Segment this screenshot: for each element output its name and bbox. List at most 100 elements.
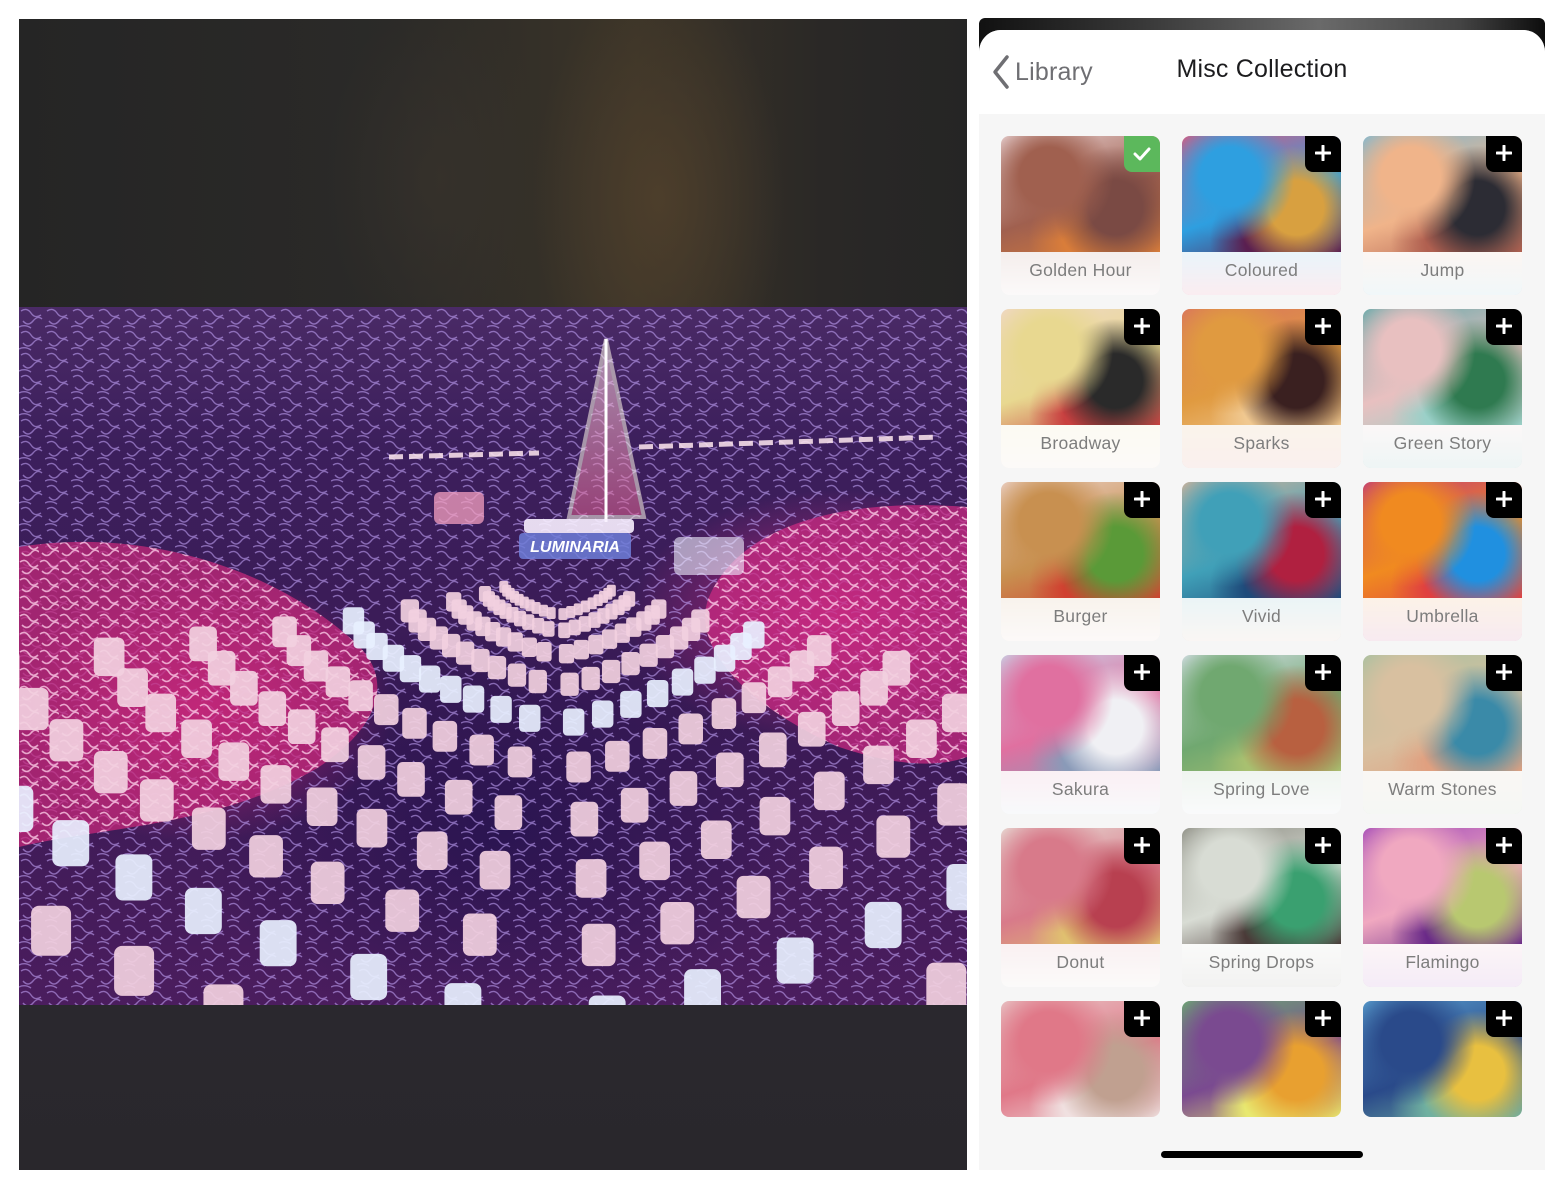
plus-icon (1314, 315, 1332, 339)
lantern (310, 861, 345, 904)
lantern (581, 666, 600, 691)
lantern (591, 700, 614, 728)
lantern (639, 841, 670, 881)
lantern (487, 655, 507, 680)
lantern (700, 820, 732, 860)
add-filter-button[interactable] (1305, 482, 1341, 518)
lantern (181, 719, 212, 759)
add-filter-button[interactable] (1124, 1001, 1160, 1037)
lantern (651, 599, 667, 619)
home-indicator[interactable] (1161, 1151, 1363, 1158)
lantern (906, 719, 937, 759)
lantern (373, 694, 399, 726)
add-filter-button[interactable] (1124, 309, 1160, 345)
filter-card[interactable]: Sparks (1182, 309, 1341, 468)
add-filter-button[interactable] (1305, 136, 1341, 172)
filter-card[interactable]: Umbrella (1363, 482, 1522, 641)
filter-card[interactable]: Spring Love (1182, 655, 1341, 814)
filter-name: Green Story (1393, 433, 1492, 453)
filter-name: Coloured (1224, 260, 1299, 280)
lantern (623, 591, 636, 607)
lantern (711, 698, 737, 730)
filter-card[interactable]: Vivid (1182, 482, 1341, 641)
add-filter-button[interactable] (1124, 482, 1160, 518)
filter-card[interactable]: Spring Drops (1182, 828, 1341, 987)
filter-card[interactable] (1182, 1001, 1341, 1117)
add-filter-button[interactable] (1305, 1001, 1341, 1037)
lantern (258, 691, 287, 726)
filter-card[interactable]: Broadway (1001, 309, 1160, 468)
lantern (49, 719, 84, 762)
lantern (759, 796, 791, 836)
lantern (117, 668, 148, 707)
plus-icon (1314, 834, 1332, 858)
plus-icon (1495, 315, 1513, 339)
plus-icon (1133, 1007, 1151, 1031)
add-filter-button[interactable] (1486, 136, 1522, 172)
filter-name: Jump (1420, 260, 1465, 280)
lantern (743, 621, 765, 649)
filter-card[interactable]: Golden Hour (1001, 136, 1160, 295)
filter-name: Broadway (1040, 433, 1121, 453)
filter-grid-scroll[interactable]: Golden Hour Coloured Jump Broadway Sparks Gre… (979, 114, 1545, 1170)
lantern (601, 659, 621, 684)
filter-card[interactable]: Green Story (1363, 309, 1522, 468)
add-filter-button[interactable] (1486, 309, 1522, 345)
lantern (581, 923, 616, 967)
selected-badge[interactable] (1124, 136, 1160, 172)
add-filter-button[interactable] (1124, 655, 1160, 691)
filter-card[interactable]: Flamingo (1363, 828, 1522, 987)
filter-card[interactable]: Warm Stones (1363, 655, 1522, 814)
filter-card[interactable] (1001, 1001, 1160, 1117)
lantern (145, 693, 177, 733)
lantern (542, 621, 555, 637)
lantern (813, 771, 845, 811)
filter-card[interactable]: Donut (1001, 828, 1160, 987)
add-filter-button[interactable] (1486, 655, 1522, 691)
add-filter-button[interactable] (1305, 309, 1341, 345)
add-filter-button[interactable] (1305, 655, 1341, 691)
boat-sign: LUMINARIA (530, 539, 620, 556)
lantern (114, 945, 155, 996)
filter-name: Sparks (1233, 433, 1290, 453)
bottom-margin (979, 1170, 1545, 1188)
lantern (678, 713, 703, 745)
add-filter-button[interactable] (1305, 828, 1341, 864)
add-filter-button[interactable] (1486, 1001, 1522, 1037)
lantern (52, 820, 90, 867)
lantern (399, 655, 422, 683)
plus-icon (1314, 142, 1332, 166)
filter-card[interactable]: Burger (1001, 482, 1160, 641)
lantern (306, 787, 338, 827)
lantern (660, 902, 695, 945)
lantern (546, 607, 556, 619)
lantern (521, 637, 537, 657)
lantern (621, 651, 640, 676)
filter-card[interactable]: Coloured (1182, 136, 1341, 295)
lantern (558, 622, 571, 639)
lantern (941, 693, 967, 733)
add-filter-button[interactable] (1486, 482, 1522, 518)
lantern (397, 762, 425, 797)
lantern (741, 682, 767, 714)
filter-name: Burger (1053, 606, 1108, 626)
lantern (507, 663, 527, 687)
lantern (671, 668, 694, 696)
lantern (356, 808, 388, 848)
lantern (759, 732, 787, 768)
add-filter-button[interactable] (1486, 828, 1522, 864)
lantern (694, 656, 716, 684)
lantern (519, 704, 541, 732)
plus-icon (1314, 488, 1332, 512)
filter-card[interactable]: Jump (1363, 136, 1522, 295)
preview-background-bottom (19, 1005, 967, 1170)
filter-card[interactable] (1363, 1001, 1522, 1117)
lantern (684, 969, 722, 1005)
add-filter-button[interactable] (1124, 828, 1160, 864)
lantern (115, 854, 153, 901)
filter-card[interactable]: Sakura (1001, 655, 1160, 814)
lantern (669, 771, 698, 806)
filtered-photo[interactable]: LUMINARIA (19, 307, 967, 1005)
checkmark-icon (1133, 142, 1151, 166)
lantern (490, 695, 512, 723)
